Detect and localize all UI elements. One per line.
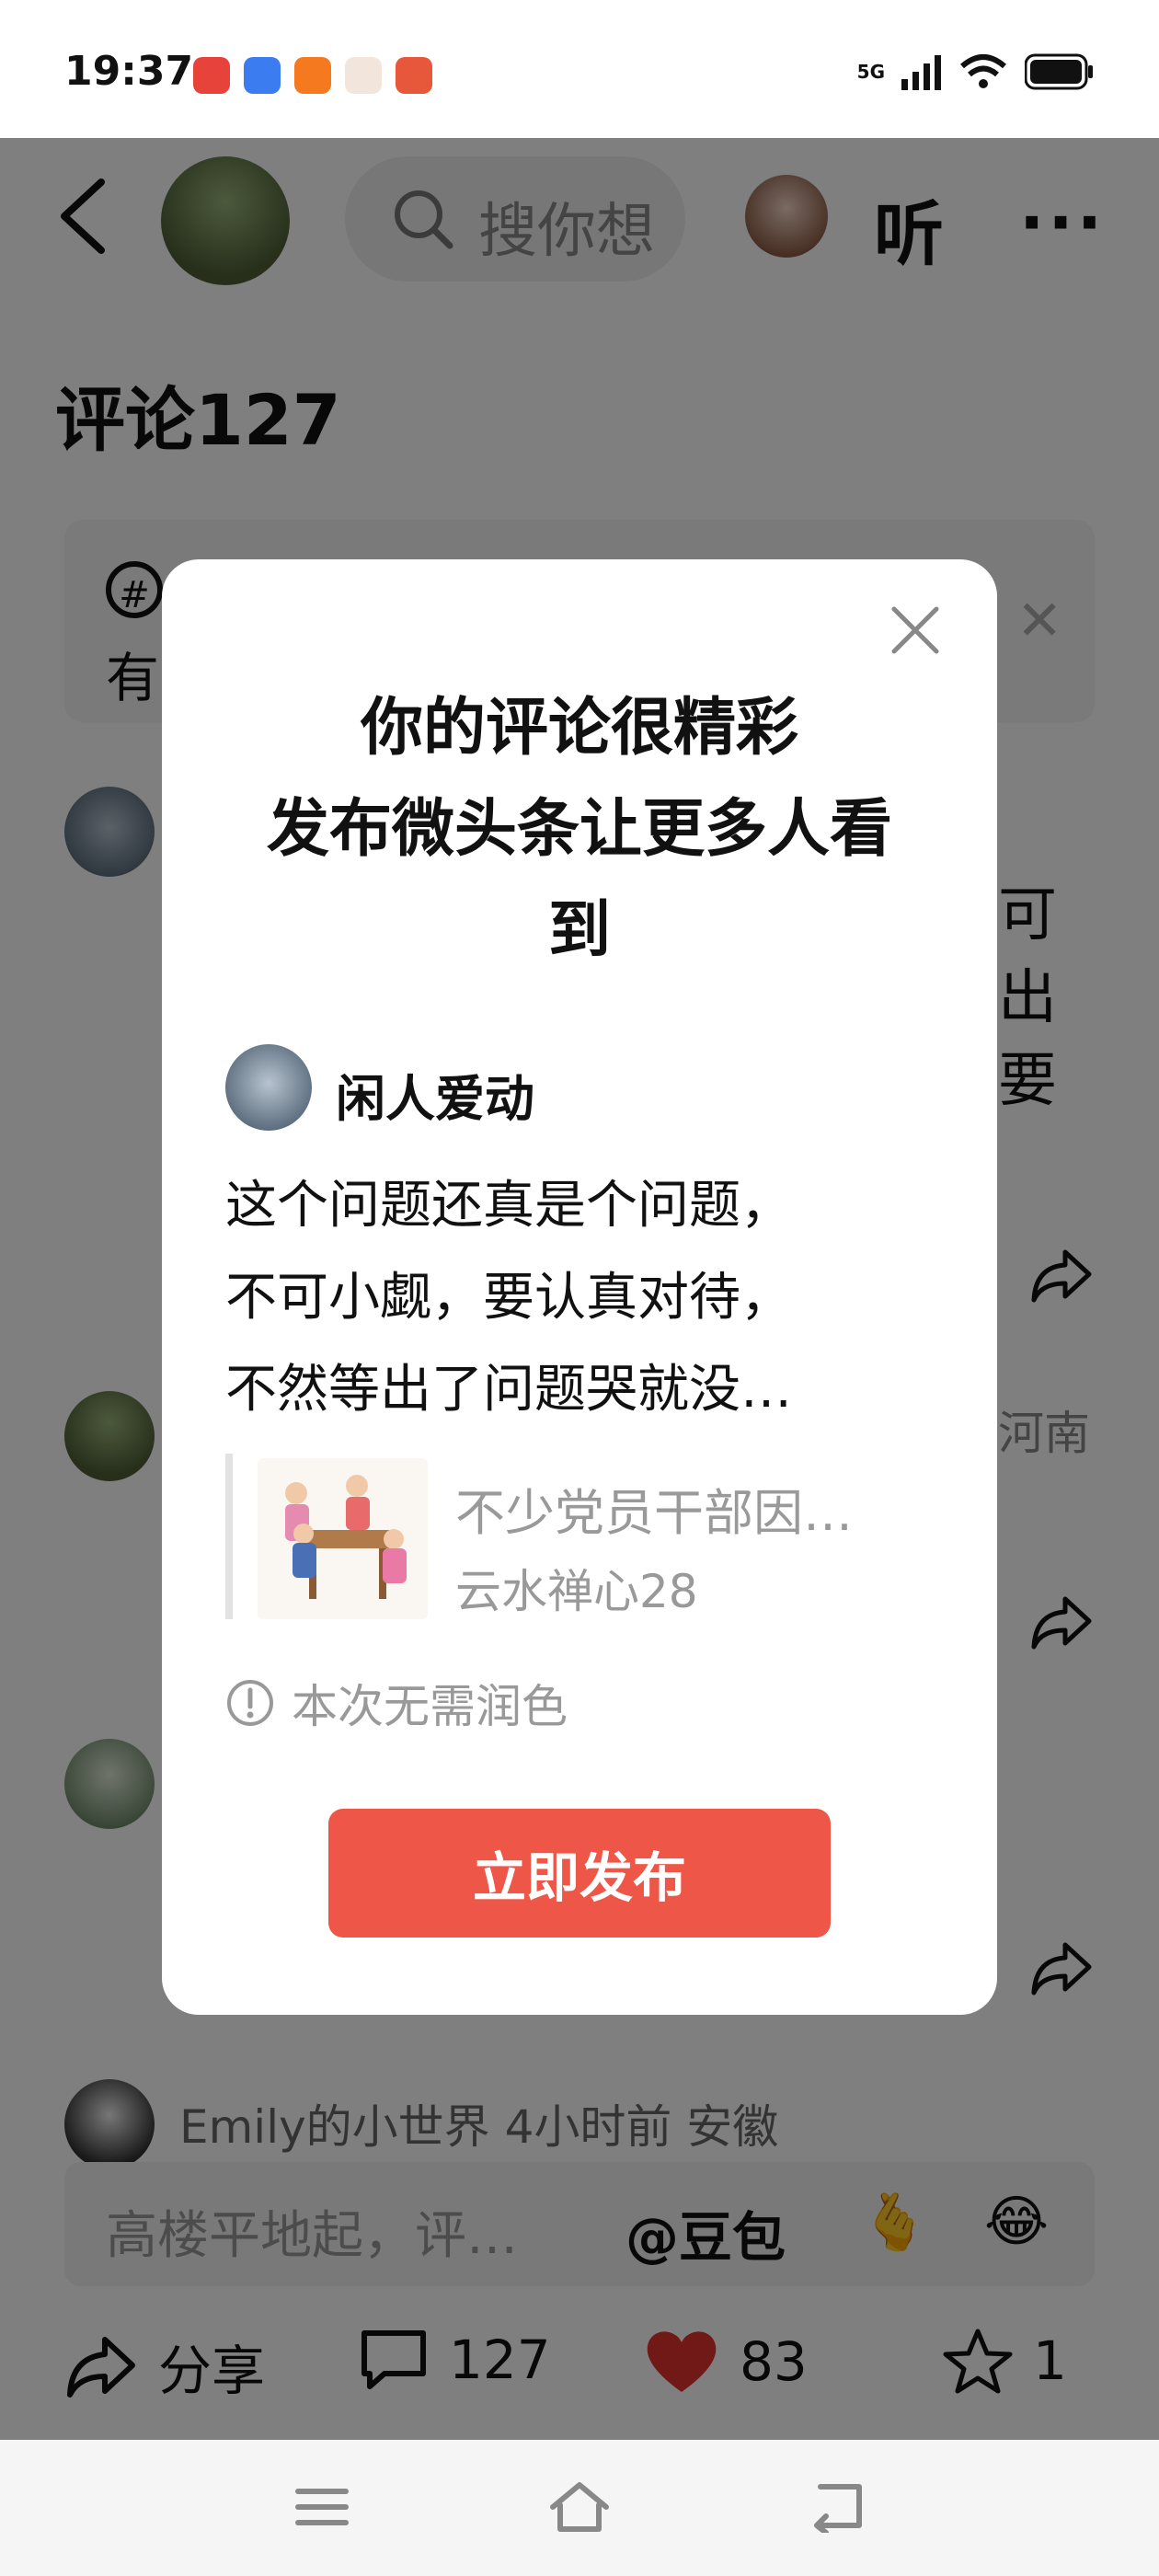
home-icon[interactable] xyxy=(547,2479,612,2535)
publish-now-button[interactable]: 立即发布 xyxy=(328,1809,831,1938)
info-icon xyxy=(227,1680,273,1726)
avatar-app-icon xyxy=(345,57,382,94)
network-label: 5G xyxy=(856,61,885,83)
quote-divider xyxy=(225,1454,233,1619)
menu-icon[interactable] xyxy=(294,2484,350,2530)
dialog-title-line: 到 xyxy=(547,894,611,967)
dialog-title-line: 你的评论很精彩 xyxy=(360,692,798,765)
baidu-app-icon xyxy=(244,57,281,94)
quoted-article-title: 不少党员干部因… xyxy=(455,1484,853,1542)
taobao-app-icon xyxy=(294,57,331,94)
signal-icon xyxy=(901,55,941,90)
back-icon[interactable] xyxy=(809,2481,868,2533)
post-text-line: 不然等出了问题哭就没… xyxy=(225,1360,792,1420)
status-indicators: 5G xyxy=(857,53,1095,90)
dialog-title-line: 发布微头条让更多人看 xyxy=(266,793,892,866)
toutiao-app-icon xyxy=(193,57,230,94)
wifi-icon xyxy=(960,54,1006,88)
quoted-article-author: 云水禅心28 xyxy=(455,1565,698,1618)
status-time: 19:37 xyxy=(64,48,194,95)
polish-notice: 本次无需润色 xyxy=(225,1670,568,1736)
quoted-article-thumbnail xyxy=(258,1458,428,1619)
game-app-icon xyxy=(396,57,432,94)
post-author-avatar xyxy=(225,1044,312,1131)
battery-icon xyxy=(1025,53,1093,90)
close-icon[interactable] xyxy=(883,598,947,662)
polish-notice-text: 本次无需润色 xyxy=(292,1680,568,1733)
post-text-line: 这个问题还真是个问题， xyxy=(225,1176,792,1236)
post-author-name: 闲人爱动 xyxy=(336,1070,534,1128)
post-text-line: 不可小觑，要认真对待， xyxy=(225,1268,792,1328)
